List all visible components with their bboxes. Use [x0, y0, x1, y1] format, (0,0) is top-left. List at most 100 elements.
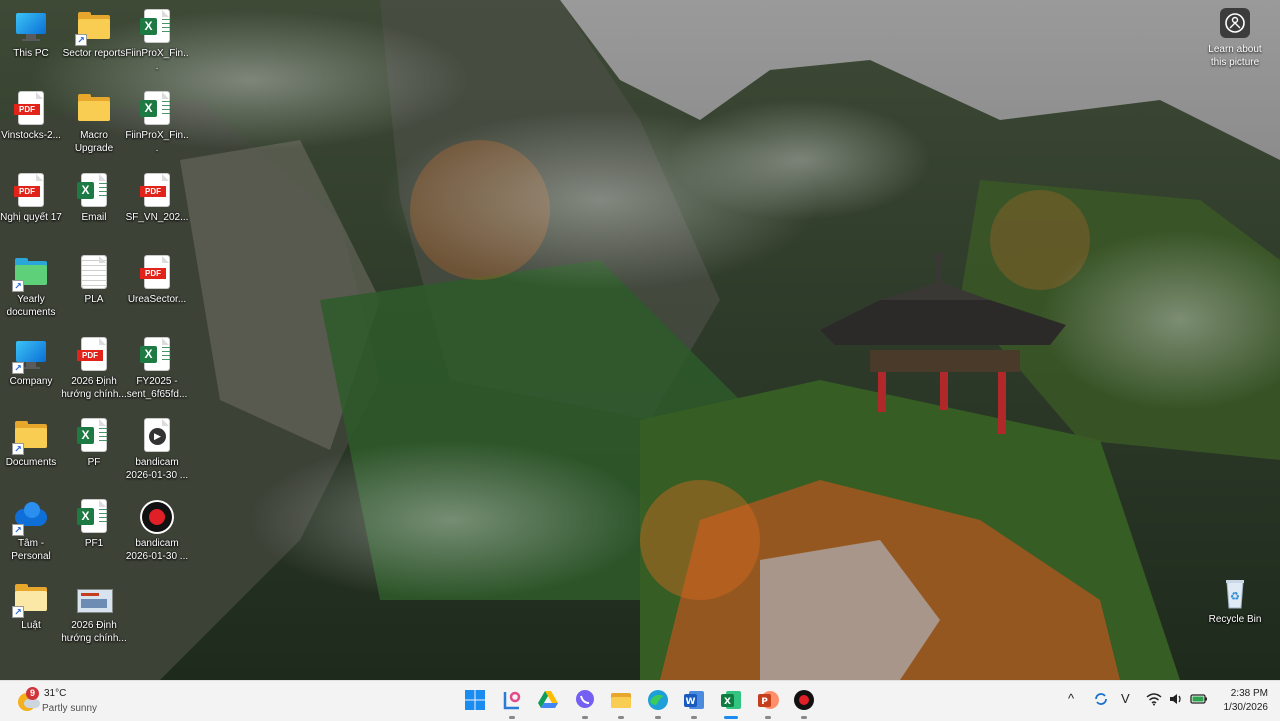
bandicam-icon [140, 500, 174, 534]
start-icon [465, 690, 485, 710]
desktop-icon-label: Documents [5, 457, 57, 468]
excel-file-icon: X [77, 500, 111, 534]
svg-text:W: W [686, 697, 696, 707]
clock-date: 1/30/2026 [1223, 702, 1269, 713]
desktop-icon-label: Yearly documents [6, 294, 56, 318]
desktop-icon-nghi-quyet[interactable]: PDF Nghị quyết 17 [0, 168, 62, 248]
desktop-icon-sf-vn[interactable]: PDF SF_VN_202... [126, 168, 188, 248]
start-button[interactable] [463, 688, 487, 712]
computer-icon [14, 10, 48, 44]
desktop-icon-pla[interactable]: PLA [63, 250, 125, 330]
taskbar-edge[interactable] [646, 688, 670, 719]
weather-condition: Partly sunny [42, 703, 98, 714]
desktop-icon-bandicam-app[interactable]: bandicam 2026-01-30 ... [126, 494, 188, 574]
taskbar-clock[interactable]: 2:38 PM 1/30/2026 [1216, 687, 1269, 715]
google-drive-icon [538, 691, 558, 708]
learn-about-picture[interactable]: Learn about this picture [1200, 8, 1270, 69]
svg-text:♻: ♻ [1230, 590, 1240, 603]
taskbar: 9 31°C Partly sunny W X P ^ V 2:38 PM 1/… [0, 680, 1280, 721]
pdf-file-icon: PDF [14, 174, 48, 208]
desktop-icon-label: FY2025 - sent_6f65fd... [126, 376, 188, 400]
powerpoint-icon: P [758, 691, 779, 709]
desktop-icon-2026-dinh-huong-ppt[interactable]: 2026 Định hướng chính... [61, 576, 127, 656]
sync-icon[interactable] [1093, 691, 1109, 710]
desktop-icon-email[interactable]: X Email [63, 168, 125, 248]
taskbar-viber[interactable] [573, 688, 597, 719]
desktop-icon-this-pc[interactable]: This PC [0, 4, 62, 84]
desktop-icon-label: Tâm - Personal [11, 538, 51, 562]
taskbar-google-drive[interactable] [536, 688, 560, 712]
show-hidden-icons[interactable]: ^ [1068, 691, 1074, 706]
desktop-icon-label: Luật [21, 620, 41, 631]
viber-icon [576, 690, 594, 708]
excel-file-icon: X [77, 419, 111, 453]
desktop-icon-label: Company [9, 376, 53, 387]
clock-time: 2:38 PM [1230, 688, 1268, 699]
battery-icon[interactable] [1190, 692, 1208, 709]
desktop-icon-tam-personal[interactable]: ↗ Tâm - Personal [0, 494, 62, 574]
desktop-icon-label: Email [81, 212, 107, 223]
folder-icon [77, 92, 111, 126]
record-icon [794, 690, 814, 710]
desktop-icon-label: PF1 [84, 538, 104, 549]
desktop-icon-company[interactable]: ↗ Company [0, 332, 62, 412]
network-icon: ↗ [12, 338, 48, 374]
weather-widget[interactable]: 9 31°C Partly sunny [14, 685, 134, 717]
desktop-icon-vinstocks[interactable]: PDF Vinstocks-2... [0, 86, 62, 166]
desktop-icon-ureasector[interactable]: PDF UreaSector... [126, 250, 188, 330]
pdf-file-icon: PDF [140, 174, 174, 208]
desktop-icon-pf1[interactable]: X PF1 [63, 494, 125, 574]
cloud-icon [24, 699, 40, 708]
desktop-icon-bandicam-video[interactable]: ▶ bandicam 2026-01-30 ... [126, 413, 188, 493]
desktop-icon-fiinprox-1[interactable]: X FiinProX_Fin... [125, 4, 189, 84]
desktop-icon-label: bandicam 2026-01-30 ... [125, 538, 189, 562]
desktop-icon-macro-upgrade[interactable]: Macro Upgrade [63, 86, 125, 166]
weather-temperature: 31°C [44, 688, 67, 699]
desktop-icon-label: Nghị quyết 17 [0, 212, 62, 223]
taskbar-powerpoint[interactable]: P [756, 688, 780, 719]
volume-icon[interactable] [1168, 692, 1184, 709]
excel-file-icon: X [140, 92, 174, 126]
video-file-icon: ▶ [140, 419, 174, 453]
taskbar-file-explorer[interactable] [609, 688, 633, 719]
excel-icon: X [721, 691, 741, 709]
folder-icon: ↗ [12, 256, 48, 292]
folder-icon: ↗ [12, 419, 48, 455]
text-file-icon [77, 256, 111, 290]
desktop-icon-label: Macro Upgrade [74, 130, 114, 154]
desktop-wallpaper [0, 0, 1280, 680]
desktop-icon-label: 2026 Định hướng chính... [61, 620, 127, 644]
desktop-icon-2026-dinh-huong-pdf[interactable]: PDF 2026 Định hướng chính... [61, 332, 127, 412]
desktop-icon-label: Sector reports [62, 48, 126, 59]
onedrive-icon: ↗ [12, 500, 48, 536]
folder-icon: ↗ [12, 582, 48, 618]
taskbar-recorder[interactable] [792, 688, 816, 719]
taskbar-excel[interactable]: X [719, 688, 743, 719]
desktop-icon-recycle-bin[interactable]: ♻ Recycle Bin [1204, 570, 1266, 650]
desktop-icon-documents[interactable]: ↗ Documents [0, 413, 62, 493]
desktop-icon-sector-reports[interactable]: ↗ Sector reports [63, 4, 125, 84]
excel-file-icon: X [77, 174, 111, 208]
desktop-icon-label: FiinProX_Fin... [125, 48, 189, 72]
desktop-icon-fy2025[interactable]: X FY2025 - sent_6f65fd... [126, 332, 188, 412]
vpn-icon[interactable]: V [1121, 691, 1130, 706]
file-explorer-icon [611, 693, 631, 708]
powerpoint-file-icon [77, 582, 113, 616]
desktop-icon-label: This PC [13, 48, 49, 59]
excel-file-icon: X [140, 10, 174, 44]
taskbar-word[interactable]: W [682, 688, 706, 719]
desktop-icon-luat[interactable]: ↗ Luật [0, 576, 62, 656]
desktop-icon-yearly-documents[interactable]: ↗ Yearly documents [0, 250, 62, 330]
desktop-icon-label: SF_VN_202... [125, 212, 189, 223]
svg-text:P: P [761, 697, 768, 707]
desktop-icon-label: 2026 Định hướng chính... [61, 376, 127, 400]
desktop-icon-pf[interactable]: X PF [63, 413, 125, 493]
desktop-icon-label: Vinstocks-2... [1, 130, 61, 141]
edge-icon [648, 690, 668, 710]
wifi-icon[interactable] [1146, 692, 1162, 709]
desktop-icon-label: UreaSector... [127, 294, 187, 305]
svg-text:X: X [724, 697, 731, 707]
desktop-icon-label: bandicam 2026-01-30 ... [125, 457, 189, 481]
taskbar-snipping-tool[interactable] [500, 688, 524, 719]
desktop-icon-fiinprox-2[interactable]: X FiinProX_Fin... [125, 86, 189, 166]
